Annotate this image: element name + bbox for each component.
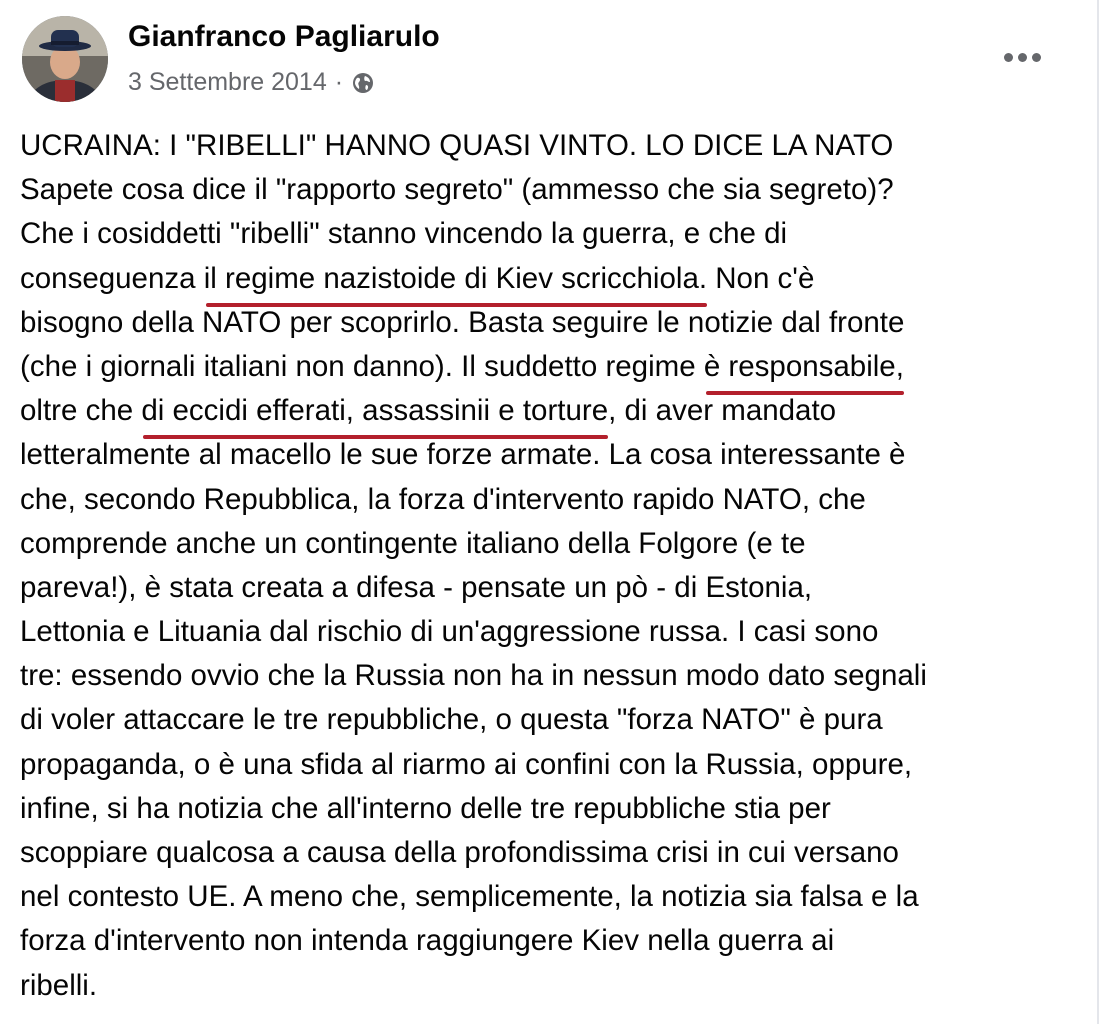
more-dot bbox=[1031, 52, 1041, 62]
text-segment: letteralmente al macello le sue forze ar… bbox=[20, 438, 906, 472]
text-line: infine, si ha notizia che all'interno de… bbox=[20, 787, 1085, 831]
text-segment: comprende anche un contingente italiano … bbox=[20, 526, 806, 560]
text-segment: pareva!), è stata creata a difesa - pens… bbox=[20, 570, 813, 604]
text-line: bisogno della NATO per scoprirlo. Basta … bbox=[20, 301, 1085, 345]
text-segment: UCRAINA: I "RIBELLI" HANNO QUASI VINTO. … bbox=[20, 129, 894, 162]
text-segment: di voler attaccare le tre repubbliche, o… bbox=[20, 703, 883, 737]
meta-separator: · bbox=[334, 68, 344, 96]
text-line: letteralmente al macello le sue forze ar… bbox=[20, 433, 1085, 477]
facebook-post: Gianfranco Pagliarulo 3 Settembre 2014 ·… bbox=[0, 0, 1099, 1024]
underlined-phrase: il regime nazistoide di Kiev scricchiola… bbox=[204, 257, 708, 307]
text-line: nel contesto UE. A meno che, semplicemen… bbox=[20, 875, 1085, 919]
more-dot bbox=[1017, 52, 1027, 62]
text-segment: , di aver mandato bbox=[608, 394, 837, 428]
text-segment: propaganda, o è una sfida al riarmo ai c… bbox=[20, 747, 913, 781]
post-meta: 3 Settembre 2014 · bbox=[128, 68, 375, 97]
underlined-phrase: è responsabile, bbox=[704, 345, 904, 396]
text-segment: conseguenza bbox=[20, 261, 204, 295]
text-line: propaganda, o è una sfida al riarmo ai c… bbox=[20, 743, 1085, 787]
post-text: UCRAINA: I "RIBELLI" HANNO QUASI VINTO. … bbox=[20, 124, 1085, 1008]
text-segment: che, secondo Repubblica, la forza d'inte… bbox=[20, 482, 866, 516]
text-segment: bisogno della NATO per scoprirlo. Basta … bbox=[20, 305, 905, 339]
text-line: (che i giornali italiani non danno). Il … bbox=[20, 345, 1085, 396]
text-segment: (che i giornali italiani non danno). Il … bbox=[20, 349, 704, 383]
post-date[interactable]: 3 Settembre 2014 bbox=[128, 68, 327, 97]
text-line: conseguenza il regime nazistoide di Kiev… bbox=[20, 257, 1085, 307]
text-line: Sapete cosa dice il "rapporto segreto" (… bbox=[20, 168, 1085, 212]
globe-icon[interactable] bbox=[351, 71, 375, 95]
text-segment: oltre che bbox=[20, 394, 142, 428]
text-line: che, secondo Repubblica, la forza d'inte… bbox=[20, 478, 1085, 522]
avatar-image bbox=[22, 16, 108, 102]
more-options-icon[interactable] bbox=[992, 40, 1052, 74]
text-segment: Lettonia e Lituania dal rischio di un'ag… bbox=[20, 615, 879, 649]
underlined-phrase: di eccidi efferati, assassinii e torture bbox=[141, 389, 608, 440]
more-dot bbox=[1003, 52, 1013, 62]
text-line: di voler attaccare le tre repubbliche, o… bbox=[20, 698, 1085, 742]
text-segment: ribelli. bbox=[20, 968, 98, 1002]
text-segment: forza d'intervento non intenda raggiunge… bbox=[20, 924, 835, 958]
text-line: tre: essendo ovvio che la Russia non ha … bbox=[20, 654, 1085, 698]
text-line: ribelli. bbox=[20, 964, 1085, 1008]
text-line: oltre che di eccidi efferati, assassinii… bbox=[20, 389, 1085, 440]
author-name[interactable]: Gianfranco Pagliarulo bbox=[128, 20, 440, 54]
avatar[interactable] bbox=[22, 16, 108, 102]
text-line: UCRAINA: I "RIBELLI" HANNO QUASI VINTO. … bbox=[20, 124, 1085, 168]
text-segment: tre: essendo ovvio che la Russia non ha … bbox=[20, 659, 927, 693]
text-line: Lettonia e Lituania dal rischio di un'ag… bbox=[20, 610, 1085, 654]
text-segment: Non c'è bbox=[707, 261, 815, 295]
text-line: Che i cosiddetti "ribelli" stanno vincen… bbox=[20, 212, 1085, 256]
text-line: pareva!), è stata creata a difesa - pens… bbox=[20, 566, 1085, 610]
text-segment: scoppiare qualcosa a causa della profond… bbox=[20, 836, 899, 869]
text-line: forza d'intervento non intenda raggiunge… bbox=[20, 919, 1085, 963]
text-segment: Sapete cosa dice il "rapporto segreto" (… bbox=[20, 173, 894, 207]
text-line: scoppiare qualcosa a causa della profond… bbox=[20, 831, 1085, 875]
text-line: comprende anche un contingente italiano … bbox=[20, 522, 1085, 566]
text-segment: nel contesto UE. A meno che, semplicemen… bbox=[20, 880, 919, 914]
text-segment: Che i cosiddetti "ribelli" stanno vincen… bbox=[20, 217, 788, 251]
text-segment: infine, si ha notizia che all'interno de… bbox=[20, 791, 831, 825]
